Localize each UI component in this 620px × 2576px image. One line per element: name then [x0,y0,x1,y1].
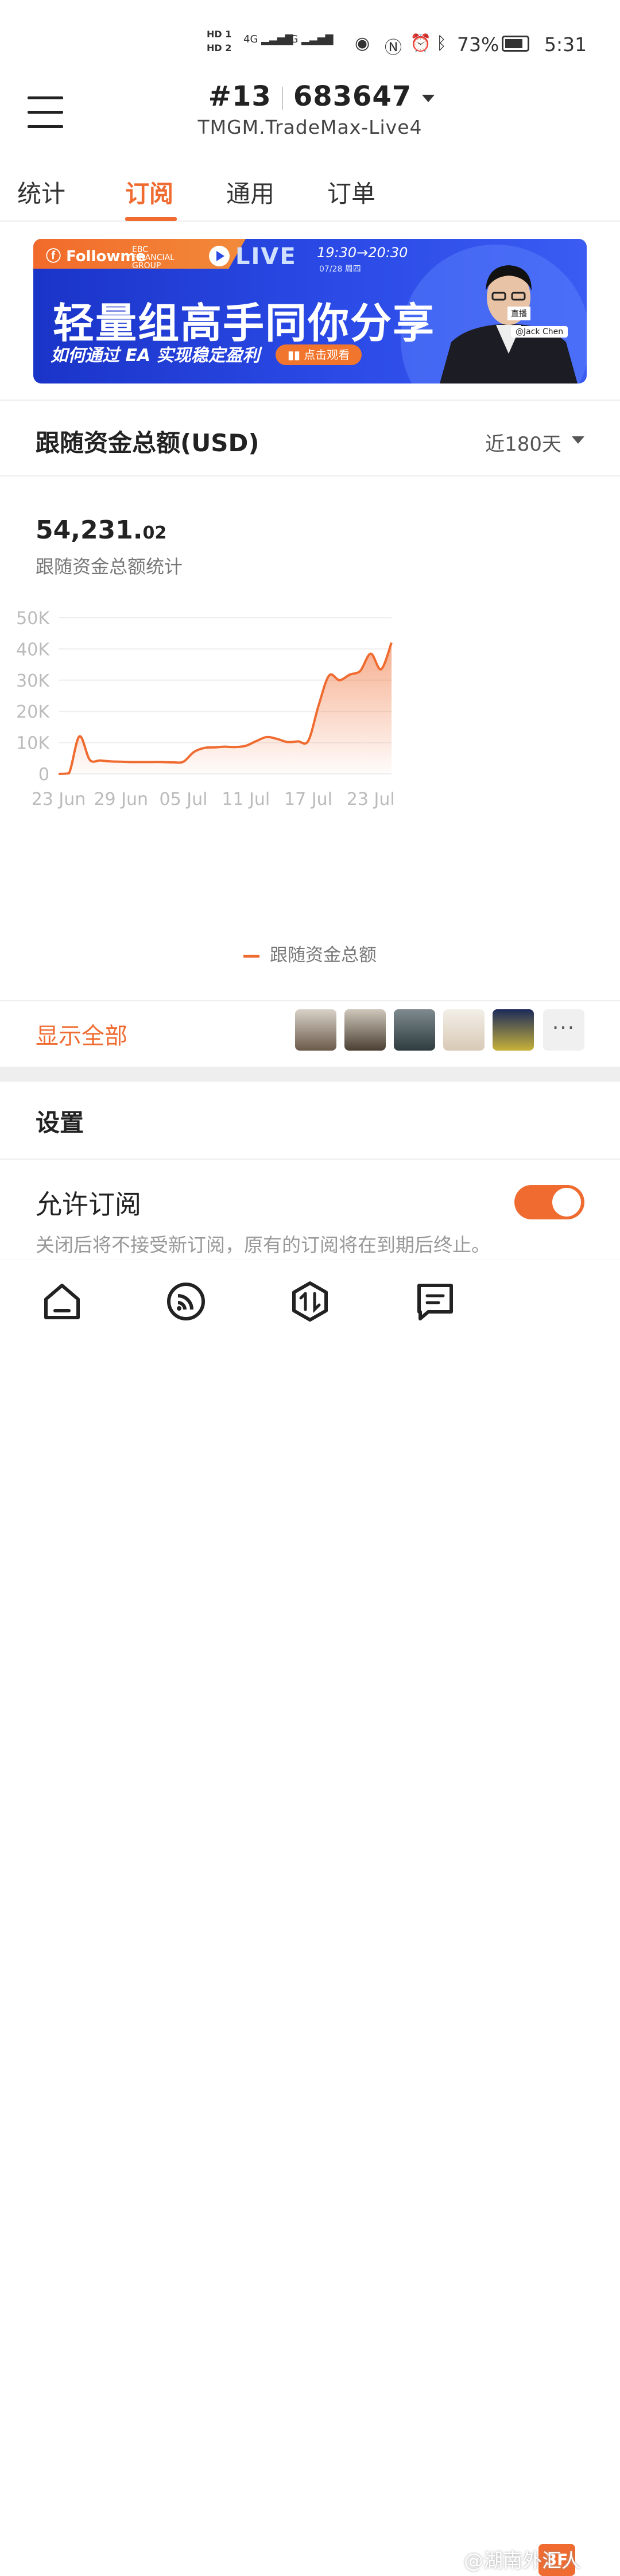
toggle-knob [552,1188,581,1217]
x-tick-label: 17 Jul [284,789,332,809]
y-tick-label: 50K [16,609,50,629]
x-tick-label: 23 Jul [347,789,395,809]
more-avatars-button[interactable]: ··· [543,1009,584,1051]
clock: 5:31 [544,33,587,56]
x-tick-label: 05 Jul [160,789,208,809]
followme-logo: ⓕ Followme [46,248,146,265]
server-name: TMGM.TradeMax-Live4 [197,116,423,138]
battery-percent: 73% [457,33,499,56]
card-header: 跟随资金总额(USD) 近180天 [0,401,620,477]
live-time: 19:30→20:30 [317,245,408,261]
y-axis: 0 10K 20K 30K 40K 50K [16,609,50,785]
tab-bar: 统计 订阅 通用 订单 [0,170,620,222]
y-tick-label: 30K [16,671,50,691]
y-tick-label: 20K [16,702,50,722]
card-title: 跟随资金总额(USD) [36,429,259,457]
tab-subscription[interactable]: 订阅 [125,175,173,210]
home-icon[interactable] [39,1279,85,1324]
separator [281,87,283,110]
bottom-nav: 3F @湖南外汇人 [0,1260,620,2576]
x-tick-label: 11 Jul [222,789,270,809]
live-label: LIVE [235,243,297,270]
x-tick-label: 29 Jun [94,789,148,809]
total-label: 跟随资金总额统计 [36,556,183,578]
ebc-logo: EBC FINANCIAL GROUP [132,245,175,270]
tab-orders[interactable]: 订单 [327,175,375,210]
chart-legend: 跟随资金总额 [0,940,620,966]
subscriber-avatar[interactable] [295,1009,336,1051]
tab-statistics[interactable]: 统计 [17,175,65,210]
total-amount: 54,231.02 [36,516,167,545]
y-tick-label: 0 [38,765,49,785]
settings-title: 设置 [36,1109,84,1137]
battery-icon [502,36,529,52]
chevron-down-icon [422,94,435,102]
y-tick-label: 10K [16,734,50,754]
rank: #13 [208,80,272,113]
allow-subscription-label: 允许订阅 [36,1189,141,1220]
account-number: 683647 [293,80,412,113]
funds-chart: 0 10K 20K 30K 40K 50K 23 Jun 29 Jun 05 Jul 11 Ju… [16,609,395,809]
range-selector[interactable]: 近180天 [485,428,561,456]
eye-icon: ◉ [355,33,370,53]
messages-icon[interactable] [412,1279,458,1324]
alarm-icon: ⏰ [410,33,432,53]
bluetooth-icon: ᛒ [436,33,447,53]
play-icon [209,246,230,266]
divider [0,1159,620,1160]
legend-marker [243,955,259,958]
section-divider [0,1067,620,1082]
subscriber-avatar[interactable] [394,1009,435,1051]
nfc-icon: Ⓝ [385,38,402,58]
subscriber-avatar[interactable] [493,1009,534,1051]
status-bar: HD 1 HD 2 4G ▂▃▅▇ 4G ▂▃▅▇ ◠ ◉ Ⓝ ⏰ ᛒ 73% 5… [0,0,620,80]
tab-general[interactable]: 通用 [226,175,274,210]
watch-button[interactable]: ▮▮ 点击观看 [276,344,362,365]
promo-banner[interactable]: ⓕ Followme EBC FINANCIAL GROUP LIVE 19:3… [33,239,587,384]
banner-subtitle: 如何通过 EA 实现稳定盈利 [51,346,260,366]
community-icon[interactable] [163,1279,209,1324]
sim-indicator: HD 1 HD 2 [207,29,232,53]
x-tick-label: 23 Jun [32,789,86,809]
tab-indicator [125,217,177,221]
series-area [59,642,392,774]
live-badge: 直播 [507,307,530,320]
show-all-link[interactable]: 显示全部 [36,1017,127,1051]
live-date: 07/28 周四 [319,265,361,274]
watermark: @湖南外汇人 [464,2550,581,2573]
subscriber-avatar[interactable] [344,1009,386,1051]
host-name: @Jack Chen [511,326,568,338]
follow-funds-card: 跟随资金总额(USD) 近180天 54,231.02 跟随资金总额统计 0 10… [0,400,620,1068]
subscriber-avatar[interactable] [443,1009,485,1051]
subscribers-row: 显示全部 ··· [0,1000,620,1068]
account-selector[interactable]: #13 683647 TMGM.TradeMax-Live4 [0,80,620,138]
y-tick-label: 40K [16,640,50,660]
allow-subscription-desc: 关闭后将不接受新订阅，原有的订阅将在到期后终止。 [36,1234,490,1256]
legend-label: 跟随资金总额 [270,945,377,966]
allow-subscription-toggle[interactable] [514,1185,584,1219]
wifi-icon: ◠ [319,33,335,53]
trade-icon[interactable] [287,1279,333,1324]
x-axis: 23 Jun 29 Jun 05 Jul 11 Jul 17 Jul 23 Jul [32,789,395,809]
chevron-down-icon[interactable] [572,436,584,444]
